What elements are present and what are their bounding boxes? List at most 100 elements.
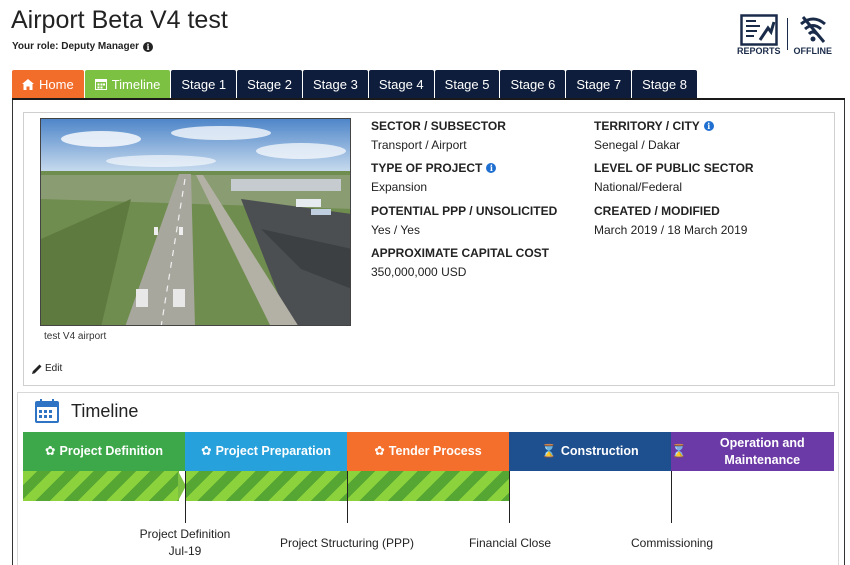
milestone-marker: [347, 471, 348, 523]
tab-stage-3[interactable]: Stage 3: [303, 70, 368, 98]
divider: [786, 18, 788, 50]
progress-stripe: [23, 471, 179, 501]
ppp-label-text: POTENTIAL PPP / UNSOLICITED: [371, 204, 558, 218]
created-modified-label: CREATED / MODIFIED: [594, 204, 747, 218]
tab-label: Stage 5: [444, 76, 490, 92]
ppp-value: Yes / Yes: [371, 223, 420, 237]
capital-cost-label-text: APPROXIMATE CAPITAL COST: [371, 246, 550, 260]
user-role-text: Your role: Deputy Manager: [12, 41, 140, 52]
created-modified-field: CREATED / MODIFIED March 2019 / 18 March…: [594, 204, 747, 237]
tab-label: Stage 6: [510, 76, 556, 92]
offline-label: OFFLINE: [793, 46, 833, 56]
phase-bar: ✿ Project Definition ✿ Project Preparati…: [23, 432, 834, 471]
phase-label: Project Definition: [59, 444, 163, 458]
hourglass-icon: ⌛: [541, 444, 557, 458]
public-sector-level-field: LEVEL OF PUBLIC SECTOR National/Federal: [594, 161, 754, 194]
progress-stripe: [185, 471, 347, 501]
sector-value: Transport / Airport: [371, 138, 467, 152]
airport-photo: [41, 119, 350, 325]
info-icon[interactable]: i: [703, 121, 714, 131]
reports-icon: [739, 14, 778, 46]
milestone-marker: [671, 471, 672, 523]
gear-icon: ✿: [201, 444, 212, 458]
tab-label: Stage 1: [181, 76, 227, 92]
phase-project-definition[interactable]: ✿ Project Definition: [23, 432, 185, 471]
tab-label: Stage 4: [378, 76, 424, 92]
progress-stripe: [347, 471, 509, 501]
territory-label-text: TERRITORY / CITY: [594, 119, 700, 133]
ppp-field: POTENTIAL PPP / UNSOLICITED Yes / Yes: [371, 204, 557, 237]
tab-stage-4[interactable]: Stage 4: [368, 70, 434, 98]
phase-label: Construction: [560, 444, 639, 458]
tab-label: Home: [39, 76, 74, 92]
project-type-label-text: TYPE OF PROJECT: [371, 161, 483, 175]
created-modified-label-text: CREATED / MODIFIED: [594, 204, 720, 218]
milestone-marker: [185, 471, 186, 523]
calendar-icon: [35, 399, 59, 423]
phase-label: Operation and Maintenance: [719, 435, 805, 467]
phase-label: Tender Process: [388, 444, 482, 458]
tab-stage-6[interactable]: Stage 6: [500, 70, 566, 98]
project-type-field: TYPE OF PROJECT i Expansion: [371, 161, 497, 194]
milestone-label: Project Definition: [139, 527, 231, 541]
info-icon[interactable]: i: [486, 163, 497, 173]
gear-icon: ✿: [45, 444, 56, 458]
milestone-financial-close: Financial Close: [468, 536, 552, 550]
offline-button[interactable]: OFFLINE: [793, 14, 833, 56]
capital-cost-label: APPROXIMATE CAPITAL COST: [371, 246, 549, 260]
wifi-off-icon: [799, 16, 826, 43]
phase-tender-process[interactable]: ✿ Tender Process: [347, 432, 509, 471]
tab-stage-2[interactable]: Stage 2: [237, 70, 302, 98]
pencil-icon: [32, 364, 42, 374]
capital-cost-value: 350,000,000 USD: [371, 265, 467, 279]
tab-stage-8[interactable]: Stage 8: [632, 70, 697, 98]
tab-stage-7[interactable]: Stage 7: [566, 70, 632, 98]
reports-button[interactable]: REPORTS: [737, 14, 781, 56]
public-sector-level-label-text: LEVEL OF PUBLIC SECTOR: [594, 161, 754, 175]
territory-label: TERRITORY / CITY i: [594, 119, 714, 133]
phase-operation-maintenance[interactable]: ⌛ Operation and Maintenance: [671, 432, 834, 471]
project-type-value: Expansion: [371, 180, 428, 194]
public-sector-level-label: LEVEL OF PUBLIC SECTOR: [594, 161, 754, 175]
edit-label: Edit: [45, 363, 63, 374]
ppp-label: POTENTIAL PPP / UNSOLICITED: [371, 204, 557, 218]
timeline-title: Timeline: [71, 400, 139, 421]
tab-home[interactable]: Home: [12, 70, 84, 98]
user-role: Your role: Deputy Manager i: [12, 41, 154, 52]
stage-tabs: Home Timeline Stage 1 Stage 2 Stage 3 St…: [12, 70, 697, 98]
project-image: [40, 118, 351, 326]
calendar-icon: [94, 79, 107, 90]
sector-field: SECTOR / SUBSECTOR Transport / Airport: [371, 119, 506, 152]
tab-timeline[interactable]: Timeline: [84, 70, 171, 98]
hourglass-icon: ⌛: [671, 444, 687, 458]
gear-icon: ✿: [374, 444, 385, 458]
tab-label: Stage 7: [576, 76, 622, 92]
sector-label-text: SECTOR / SUBSECTOR: [371, 119, 506, 133]
info-icon[interactable]: i: [143, 41, 154, 52]
territory-field: TERRITORY / CITY i Senegal / Dakar: [594, 119, 714, 152]
created-modified-value: March 2019 / 18 March 2019: [594, 223, 748, 237]
reports-label: REPORTS: [736, 46, 781, 56]
top-actions: REPORTS OFFLINE: [737, 14, 832, 56]
edit-button[interactable]: Edit: [32, 363, 62, 374]
phase-construction[interactable]: ⌛ Construction: [509, 432, 671, 471]
tab-label: Stage 3: [313, 76, 358, 92]
image-caption: test V4 airport: [44, 331, 107, 342]
territory-value: Senegal / Dakar: [594, 138, 681, 152]
phase-project-preparation[interactable]: ✿ Project Preparation: [185, 432, 347, 471]
tab-stage-5[interactable]: Stage 5: [434, 70, 500, 98]
tab-label: Timeline: [111, 76, 161, 92]
sector-label: SECTOR / SUBSECTOR: [371, 119, 506, 133]
home-icon: [22, 78, 34, 90]
tab-label: Stage 8: [642, 76, 687, 92]
project-type-label: TYPE OF PROJECT i: [371, 161, 497, 175]
milestone-commissioning: Commissioning: [630, 536, 714, 550]
milestone-date: Jul-19: [168, 544, 202, 558]
project-details-card: test V4 airport Edit SECTOR / SUBSECTOR …: [23, 112, 835, 386]
phase-label: Project Preparation: [215, 444, 331, 458]
tab-stage-1[interactable]: Stage 1: [171, 70, 237, 98]
capital-cost-field: APPROXIMATE CAPITAL COST 350,000,000 USD: [371, 246, 549, 279]
page-title: Airport Beta V4 test: [11, 6, 228, 34]
milestone-marker: [509, 471, 510, 523]
milestone-project-structuring: Project Structuring (PPP): [279, 536, 415, 550]
